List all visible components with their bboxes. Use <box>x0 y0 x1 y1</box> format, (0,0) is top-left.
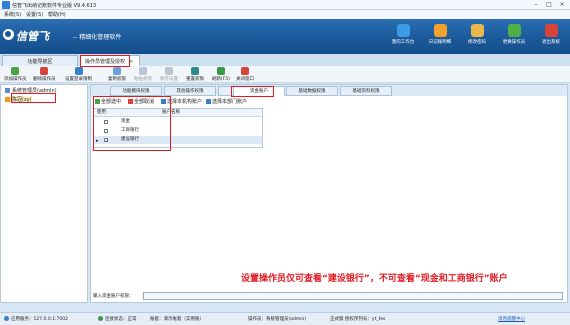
reset-icon <box>191 67 199 75</box>
toolbar: 添加操作员 删除操作员 设置登录限制 复制权限 粘贴权限 保存设置 重置权限 刷… <box>0 66 570 83</box>
operator-tree-panel: 系统管理员(admin) 陈冠(zy) <box>0 84 88 303</box>
close-window-button[interactable]: × <box>556 1 568 9</box>
tab-basic-info-permission[interactable]: 基础资料权限 <box>340 86 392 96</box>
my-workbench-button[interactable]: 我的工作台 <box>386 22 420 52</box>
user-icon <box>5 88 10 93</box>
logo: 信管飞 <box>16 30 49 43</box>
permission-input-row: 输入资金账户权限： <box>93 292 565 301</box>
copy-icon <box>113 67 121 75</box>
dept-icon <box>206 99 211 104</box>
annotation-text: 设置操作员仅可查看“建设银行”，不可查看“现金和工商银行”账户 <box>241 274 508 284</box>
status-bar: 应用服务：127.0.0.1:7002 连接状态：正常 账套：演示账套（实例账）… <box>0 312 570 325</box>
user-switch-icon <box>507 24 521 37</box>
server-icon <box>4 316 9 321</box>
journal-detail-button[interactable]: 日记账明细 <box>423 22 457 52</box>
monitor-icon <box>396 24 410 37</box>
refresh-icon <box>216 67 225 75</box>
add-operator-button[interactable]: 添加操作员 <box>4 67 27 82</box>
user-icon <box>5 97 10 102</box>
journal-icon <box>433 24 447 37</box>
app-icon <box>2 1 10 9</box>
change-password-button[interactable]: 修改密码 <box>460 22 494 52</box>
tab-other-permission[interactable]: 其他操作权限 <box>164 86 216 96</box>
permission-tabs: 功能模块权限 其他操作权限 数据权限 资金账户 基础数据权限 基础资料权限 <box>91 85 567 96</box>
window-title: 信管飞出纳记账软件专业版 V9.4.613 <box>12 3 97 9</box>
status-register: 正式版 授权序列号：yt_fes <box>330 317 386 322</box>
connection-icon <box>98 316 103 321</box>
banner: 信管飞 -- 精细化管理软件 我的工作台 日记账明细 修改密码 更换操作员 退出… <box>0 19 570 54</box>
highlight-box <box>231 86 274 97</box>
maximize-button[interactable]: □ <box>543 1 555 9</box>
save-icon <box>165 67 173 75</box>
delete-user-icon <box>40 67 49 75</box>
highlight-box <box>80 55 130 67</box>
menu-bar: 系统(S) 设置(S) 帮助(H) <box>0 10 570 19</box>
message-center-link[interactable]: 消息提醒中心 <box>498 316 525 322</box>
status-ledger: 账套：演示账套（实例账） <box>150 317 204 322</box>
paste-permission-button[interactable]: 粘贴权限 <box>134 67 152 82</box>
status-server: 应用服务：127.0.0.1:7002 <box>4 316 68 322</box>
delete-operator-button[interactable]: 删除操作员 <box>33 67 56 82</box>
input-label: 输入资金账户权限： <box>93 294 134 299</box>
highlight-box <box>11 93 56 103</box>
refresh-button[interactable]: 刷新(F5) <box>212 67 230 82</box>
reset-permission-button[interactable]: 重置权限 <box>186 67 204 82</box>
close-icon <box>241 67 249 75</box>
minimize-button[interactable]: – <box>530 1 542 9</box>
exit-system-button[interactable]: 退出系统 <box>534 22 568 52</box>
key-icon <box>470 24 484 37</box>
menu-system[interactable]: 系统(S) <box>4 11 21 18</box>
close-window-tool-button[interactable]: 关闭窗口 <box>236 67 254 82</box>
save-settings-button[interactable]: 保存设置 <box>160 67 178 82</box>
slogan: -- 精细化管理软件 <box>73 34 122 41</box>
permission-input[interactable] <box>143 292 563 300</box>
lock-icon <box>74 67 83 75</box>
tab-basic-data-permission[interactable]: 基础数据权限 <box>286 86 338 96</box>
add-user-icon <box>11 67 20 75</box>
highlight-box <box>93 96 171 151</box>
status-operator: 操作员：系统管理员(admin) <box>248 317 307 322</box>
switch-operator-button[interactable]: 更换操作员 <box>497 22 531 52</box>
power-icon <box>544 24 558 37</box>
login-restriction-button[interactable]: 设置登录限制 <box>65 67 92 82</box>
menu-settings[interactable]: 设置(S) <box>26 11 43 18</box>
logo-icon <box>3 29 14 40</box>
status-connection: 连接状态：正常 <box>98 316 137 322</box>
select-dept-accounts-button[interactable]: 选择本部门账户 <box>206 98 247 105</box>
paste-icon <box>139 67 147 75</box>
title-bar: 信管飞出纳记账软件专业版 V9.4.613 – □ × <box>0 0 570 10</box>
tab-function-nav[interactable]: 功能导航区 <box>2 55 78 66</box>
menu-help[interactable]: 帮助(H) <box>48 11 66 18</box>
tab-function-permission[interactable]: 功能模块权限 <box>110 86 162 96</box>
copy-permission-button[interactable]: 复制权限 <box>108 67 126 82</box>
